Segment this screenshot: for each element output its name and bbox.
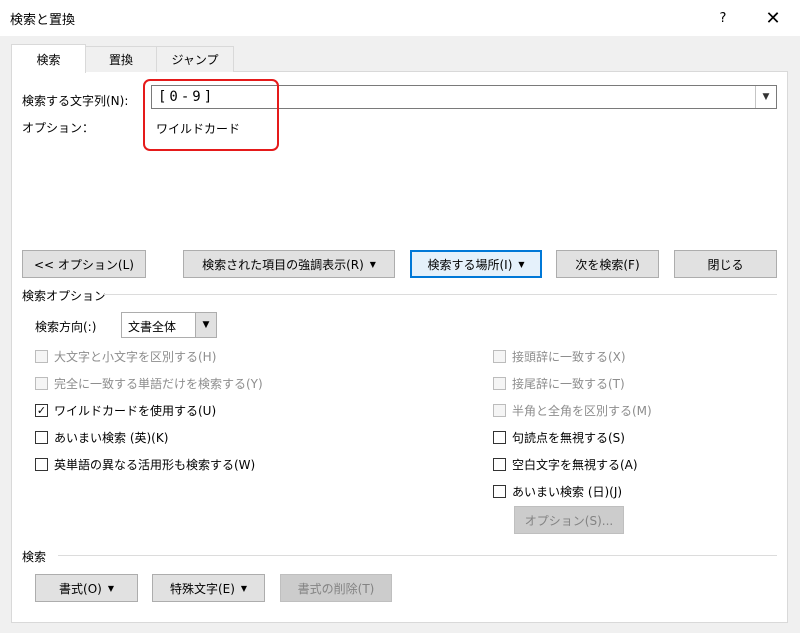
close-button[interactable]: 閉じる — [674, 250, 777, 278]
close-icon[interactable]: ✕ — [750, 0, 796, 36]
match-width-label: 半角と全角を区別する(M) — [512, 404, 652, 418]
find-in-label: 検索する場所(I) — [427, 257, 513, 272]
red-annotation-box — [143, 79, 279, 151]
no-formatting-button[interactable]: 書式の削除(T) — [280, 574, 392, 602]
format-button[interactable]: 書式(O) ▼ — [35, 574, 138, 602]
search-direction-select[interactable]: 文書全体 ▼ — [121, 312, 217, 338]
fuzzy-japanese-checkbox[interactable]: あいまい検索 (日)(J) — [493, 483, 622, 500]
dropdown-arrow-icon: ▼ — [240, 583, 248, 593]
tab-panel-find — [11, 71, 788, 623]
checkbox-box[interactable] — [493, 404, 506, 417]
whole-word-label: 完全に一致する単語だけを検索する(Y) — [54, 377, 263, 391]
check-icon[interactable]: ✓ — [35, 404, 48, 417]
whole-word-checkbox[interactable]: 完全に一致する単語だけを検索する(Y) — [35, 375, 263, 392]
section-divider — [104, 294, 777, 295]
match-prefix-label: 接頭辞に一致する(X) — [512, 350, 626, 364]
special-label: 特殊文字(E) — [169, 581, 235, 596]
title-bar: 検索と置換 ? ✕ — [0, 0, 800, 36]
search-direction-label: 検索方向(:) — [35, 320, 97, 334]
dropdown-arrow-icon: ▼ — [369, 259, 376, 269]
dropdown-arrow-icon: ▼ — [107, 583, 114, 593]
fuzzy-japanese-label: あいまい検索 (日)(J) — [512, 485, 623, 499]
fuzzy-english-checkbox[interactable]: あいまい検索 (英)(K) — [35, 429, 168, 446]
highlight-button[interactable]: 検索された項目の強調表示(R) ▼ — [183, 250, 395, 278]
tab-goto[interactable]: ジャンプ — [156, 46, 234, 72]
section-divider — [58, 555, 777, 556]
help-button[interactable]: ? — [700, 0, 746, 36]
match-case-label: 大文字と小文字を区別する(H) — [54, 350, 217, 364]
match-width-checkbox[interactable]: 半角と全角を区別する(M) — [493, 402, 652, 419]
less-options-label: << オプション(L) — [34, 257, 134, 272]
fuzzy-options-label: オプション(S)... — [524, 513, 614, 528]
checkbox-box[interactable] — [35, 458, 48, 471]
chevron-down-icon[interactable]: ▼ — [755, 86, 776, 108]
special-button[interactable]: 特殊文字(E) ▼ — [152, 574, 265, 602]
chevron-down-icon[interactable]: ▼ — [195, 313, 216, 337]
match-suffix-label: 接尾辞に一致する(T) — [512, 377, 625, 391]
close-label: 閉じる — [707, 257, 744, 272]
find-next-label: 次を検索(F) — [575, 257, 640, 272]
less-options-button[interactable]: << オプション(L) — [22, 250, 146, 278]
find-in-button[interactable]: 検索する場所(I) ▼ — [410, 250, 542, 278]
checkbox-box[interactable] — [493, 485, 506, 498]
no-formatting-label: 書式の削除(T) — [297, 581, 375, 596]
highlight-label: 検索された項目の強調表示(R) — [202, 257, 364, 272]
match-suffix-checkbox[interactable]: 接尾辞に一致する(T) — [493, 375, 625, 392]
match-prefix-checkbox[interactable]: 接頭辞に一致する(X) — [493, 348, 626, 365]
checkbox-box[interactable] — [493, 377, 506, 390]
ignore-punctuation-checkbox[interactable]: 句読点を無視する(S) — [493, 429, 625, 446]
word-forms-checkbox[interactable]: 英単語の異なる活用形も検索する(W) — [35, 456, 255, 473]
search-section-heading: 検索 — [22, 550, 47, 564]
dropdown-arrow-icon: ▼ — [518, 259, 525, 269]
ignore-whitespace-label: 空白文字を無視する(A) — [512, 458, 638, 472]
word-forms-label: 英単語の異なる活用形も検索する(W) — [54, 458, 256, 472]
checkbox-box[interactable] — [493, 431, 506, 444]
checkbox-box[interactable] — [493, 350, 506, 363]
find-what-label: 検索する文字列(N): — [22, 94, 129, 108]
window-title: 検索と置換 — [10, 13, 76, 28]
tab-replace[interactable]: 置換 — [84, 46, 158, 72]
find-next-button[interactable]: 次を検索(F) — [556, 250, 659, 278]
format-label: 書式(O) — [59, 581, 102, 596]
ignore-punctuation-label: 句読点を無視する(S) — [512, 431, 625, 445]
checkbox-box[interactable] — [493, 458, 506, 471]
options-label: オプション： — [22, 121, 95, 135]
checkbox-box[interactable] — [35, 377, 48, 390]
fuzzy-options-button[interactable]: オプション(S)... — [514, 506, 624, 534]
use-wildcards-checkbox[interactable]: ✓ ワイルドカードを使用する(U) — [35, 402, 216, 419]
ignore-whitespace-checkbox[interactable]: 空白文字を無視する(A) — [493, 456, 638, 473]
fuzzy-english-label: あいまい検索 (英)(K) — [54, 431, 169, 445]
checkbox-box[interactable] — [35, 431, 48, 444]
checkbox-box[interactable] — [35, 350, 48, 363]
search-options-heading: 検索オプション — [22, 289, 107, 303]
match-case-checkbox[interactable]: 大文字と小文字を区別する(H) — [35, 348, 216, 365]
tab-find[interactable]: 検索 — [11, 44, 86, 73]
search-direction-value: 文書全体 — [128, 320, 177, 334]
use-wildcards-label: ワイルドカードを使用する(U) — [54, 404, 217, 418]
